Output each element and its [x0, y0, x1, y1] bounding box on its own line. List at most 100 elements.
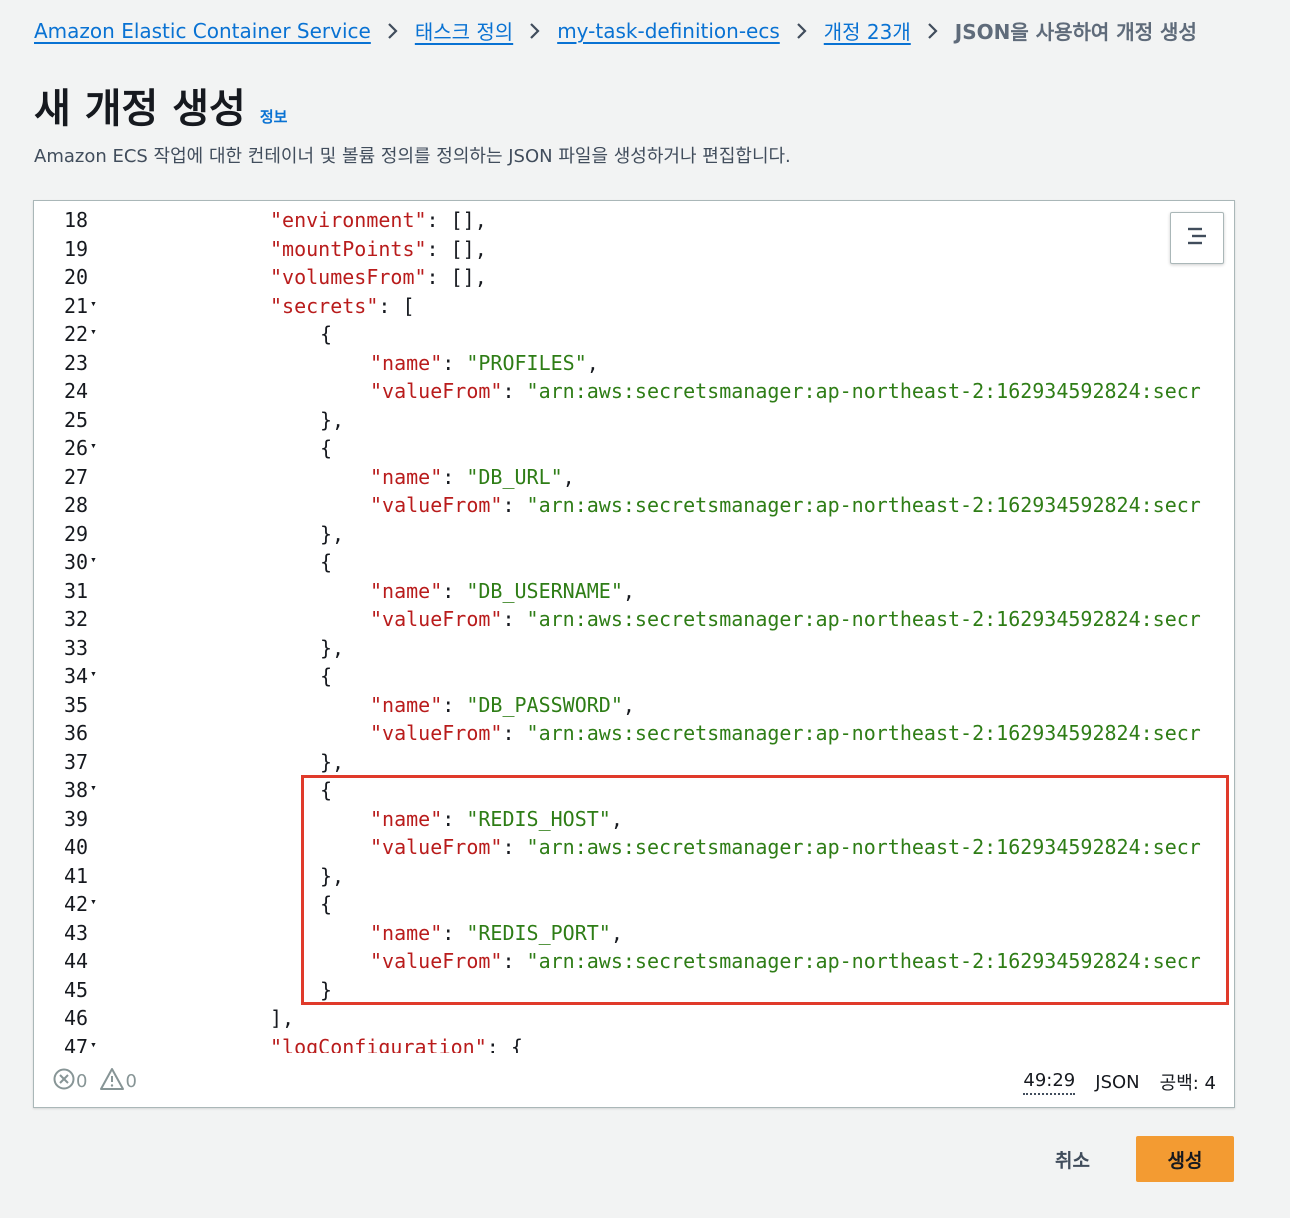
json-punctuation: :: [502, 493, 527, 517]
line-number: 24: [64, 379, 89, 403]
fold-arrow-icon[interactable]: ▾: [90, 297, 97, 310]
code-line[interactable]: 45}: [34, 976, 1234, 1005]
code-text: },: [320, 748, 344, 777]
json-key: "volumesFrom": [270, 265, 427, 289]
create-button[interactable]: 생성: [1136, 1136, 1234, 1182]
line-number: 19: [64, 236, 89, 261]
code-line[interactable]: 32 "valueFrom": "arn:aws:secretsmanager:a…: [34, 605, 1234, 634]
cancel-button[interactable]: 취소: [1049, 1145, 1096, 1174]
code-line[interactable]: 27 "name": "DB_URL",: [34, 463, 1234, 492]
code-text: {: [320, 662, 332, 691]
json-punctuation: :: [442, 464, 467, 489]
json-key: "valueFrom": [370, 607, 503, 631]
code-line[interactable]: 38 ▾{: [34, 776, 1234, 805]
code-text: ],: [270, 1004, 294, 1033]
line-number: 28: [64, 493, 89, 517]
code-line[interactable]: 21 ▾ "secrets": [: [34, 292, 1234, 321]
code-line[interactable]: 25},: [34, 406, 1234, 435]
page-description: Amazon ECS 작업에 대한 컨테이너 및 볼륨 정의를 정의하는 JSO…: [34, 146, 791, 167]
code-line[interactable]: 39 "name": "REDIS_HOST",: [34, 805, 1234, 834]
json-string: "DB_USERNAME": [466, 578, 623, 603]
code-line[interactable]: 44 "valueFrom": "arn:aws:secretsmanager:a…: [34, 947, 1234, 976]
breadcrumb-link-task-definition-name[interactable]: my-task-definition-ecs: [557, 19, 780, 43]
warning-count[interactable]: 0: [99, 1067, 137, 1096]
fold-arrow-icon[interactable]: ▾: [90, 1038, 97, 1051]
json-punctuation: {: [320, 550, 333, 574]
json-key: "secrets": [270, 293, 379, 318]
code-line[interactable]: 34 ▾{: [34, 662, 1234, 691]
line-number: 29: [64, 521, 89, 546]
breadcrumb-link-task-definitions[interactable]: 태스크 정의: [415, 16, 513, 45]
code-line[interactable]: 30 ▾{: [34, 548, 1234, 577]
error-count[interactable]: 0: [52, 1067, 87, 1096]
code-line[interactable]: 20 "volumesFrom": [],: [34, 263, 1234, 292]
code-line[interactable]: 41},: [34, 862, 1234, 891]
error-count-value: 0: [76, 1071, 88, 1092]
code-line[interactable]: 23 "name": "PROFILES",: [34, 349, 1234, 378]
code-line[interactable]: 26 ▾{: [34, 434, 1234, 463]
fold-arrow-icon[interactable]: ▾: [90, 781, 97, 794]
json-punctuation: :: [442, 692, 467, 717]
line-number: 36: [64, 721, 89, 745]
line-number: 39: [64, 806, 89, 831]
line-number: 33: [64, 635, 89, 660]
breadcrumb-link-ecs[interactable]: Amazon Elastic Container Service: [34, 19, 371, 43]
json-punctuation: :: [442, 806, 467, 831]
code-line[interactable]: 35 "name": "DB_PASSWORD",: [34, 691, 1234, 720]
code-text: "name": "REDIS_HOST",: [370, 805, 623, 834]
json-key: "logConfiguration": [270, 1034, 487, 1054]
code-line[interactable]: 22 ▾{: [34, 320, 1234, 349]
code-line[interactable]: 24 "valueFrom": "arn:aws:secretsmanager:a…: [34, 377, 1234, 406]
fold-arrow-icon[interactable]: ▾: [90, 553, 97, 566]
code-text: "name": "REDIS_PORT",: [370, 919, 623, 948]
code-line[interactable]: 36 "valueFrom": "arn:aws:secretsmanager:a…: [34, 719, 1234, 748]
cursor-position[interactable]: 49:29: [1023, 1070, 1076, 1095]
info-link[interactable]: 정보: [260, 106, 288, 127]
fold-arrow-icon[interactable]: ▾: [90, 667, 97, 680]
code-line[interactable]: 47 ▾ "logConfiguration": {: [34, 1033, 1234, 1054]
code-line[interactable]: 28 "valueFrom": "arn:aws:secretsmanager:a…: [34, 491, 1234, 520]
line-number: 40: [64, 835, 89, 859]
code-line[interactable]: 18 "environment": [],: [34, 206, 1234, 235]
json-punctuation: : [: [378, 293, 415, 318]
code-area[interactable]: 18 "environment": [], 19 "mountPoints": [],…: [34, 201, 1234, 1053]
code-text: "environment": [],: [270, 206, 487, 235]
code-line[interactable]: 33},: [34, 634, 1234, 663]
fold-arrow-icon[interactable]: ▾: [90, 895, 97, 908]
code-text: "valueFrom": "arn:aws:secretsmanager:ap-…: [370, 947, 1201, 976]
code-line[interactable]: 42 ▾{: [34, 890, 1234, 919]
json-punctuation: },: [320, 863, 345, 888]
code-line[interactable]: 46],: [34, 1004, 1234, 1033]
json-string: "arn:aws:secretsmanager:ap-northeast-2:1…: [526, 949, 1201, 973]
code-text: },: [320, 634, 344, 663]
json-string: "arn:aws:secretsmanager:ap-northeast-2:1…: [526, 721, 1201, 745]
line-number: 18: [64, 208, 89, 232]
line-number: 45: [64, 977, 89, 1002]
code-line[interactable]: 40 "valueFrom": "arn:aws:secretsmanager:a…: [34, 833, 1234, 862]
breadcrumb-link-revisions[interactable]: 개정 23개: [824, 16, 911, 45]
code-text: {: [320, 320, 332, 349]
code-line[interactable]: 37},: [34, 748, 1234, 777]
indent-setting: 공백: 4: [1159, 1073, 1216, 1094]
code-text: "name": "DB_URL",: [370, 463, 575, 492]
json-string: "arn:aws:secretsmanager:ap-northeast-2:1…: [526, 493, 1201, 517]
json-key: "name": [370, 464, 443, 489]
fold-arrow-icon[interactable]: ▾: [90, 325, 97, 338]
code-line[interactable]: 31 "name": "DB_USERNAME",: [34, 577, 1234, 606]
json-key: "valueFrom": [370, 721, 503, 745]
code-line[interactable]: 19 "mountPoints": [],: [34, 235, 1234, 264]
code-line[interactable]: 29},: [34, 520, 1234, 549]
json-punctuation: {: [320, 892, 333, 916]
json-punctuation: : {: [486, 1034, 523, 1054]
code-text: "volumesFrom": [],: [270, 263, 487, 292]
json-key: "valueFrom": [370, 379, 503, 403]
code-text: {: [320, 776, 332, 805]
fold-arrow-icon[interactable]: ▾: [90, 439, 97, 452]
json-key: "valueFrom": [370, 835, 503, 859]
json-editor[interactable]: 18 "environment": [], 19 "mountPoints": [],…: [33, 200, 1235, 1108]
json-punctuation: :: [502, 835, 527, 859]
code-line[interactable]: 43 "name": "REDIS_PORT",: [34, 919, 1234, 948]
code-text: "valueFrom": "arn:aws:secretsmanager:ap-…: [370, 833, 1201, 862]
minimap-toggle-button[interactable]: [1170, 212, 1224, 264]
line-number: 47 ▾: [64, 1034, 97, 1054]
